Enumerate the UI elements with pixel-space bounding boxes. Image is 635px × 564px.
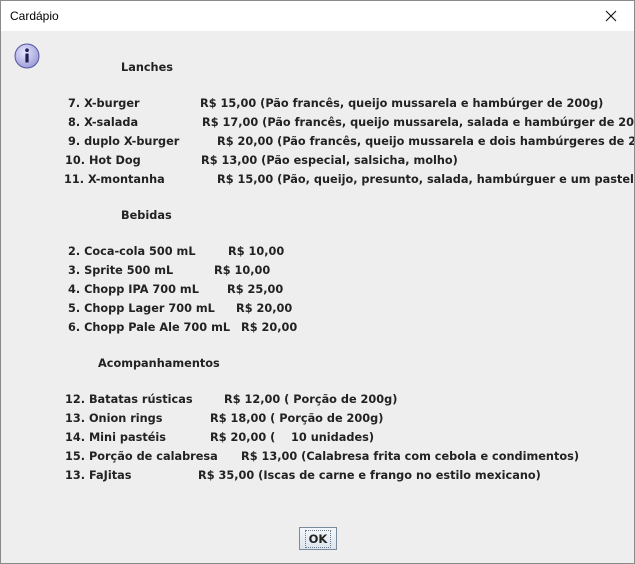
item-name: 10. Hot Dog — [65, 154, 141, 167]
dialog-window: Cardápio Lanches 7. X-burger R$ 15,00 (P… — [0, 0, 635, 564]
item-name: 5. Chopp Lager 700 mL — [68, 302, 215, 315]
item-price: R$ 10,00 — [228, 245, 285, 258]
lanches-heading: Lanches — [121, 61, 173, 74]
ok-button-label: OK — [304, 529, 332, 548]
item-price: R$ 20,00 ( 10 unidades) — [210, 431, 375, 444]
item-name: 12. Batatas rústicas — [65, 393, 193, 406]
close-icon — [605, 10, 617, 22]
item-name: 7. X-burger — [68, 97, 140, 110]
item-price: R$ 10,00 — [214, 264, 271, 277]
window-title: Cardápio — [10, 9, 59, 23]
item-price: R$ 15,00 (Pão francês, queijo mussarela … — [200, 97, 604, 110]
item-name: 14. Mini pastéis — [65, 431, 166, 444]
item-price: R$ 20,00 (Pão francês, queijo mussarela … — [217, 135, 635, 148]
item-price: R$ 18,00 ( Porção de 200g) — [210, 412, 384, 425]
item-name: 8. X-salada — [68, 116, 139, 129]
item-name: 2. Coca-cola 500 mL — [68, 245, 196, 258]
item-price: R$ 17,00 (Pão francês, queijo mussarela,… — [202, 116, 635, 129]
item-price: R$ 20,00 — [241, 321, 298, 334]
bebidas-heading: Bebidas — [121, 209, 172, 222]
item-price: R$ 20,00 — [236, 302, 293, 315]
ok-button[interactable]: OK — [299, 527, 337, 550]
item-price: R$ 13,00 (Pão especial, salsicha, molho) — [201, 154, 458, 167]
item-name: 9. duplo X-burger — [68, 135, 180, 148]
item-name: 11. X-montanha — [64, 173, 165, 186]
item-name: 13. Onion rings — [65, 412, 163, 425]
title-bar: Cardápio — [1, 1, 634, 31]
item-price: R$ 15,00 (Pão, queijo, presunto, salada,… — [217, 173, 634, 186]
item-price: R$ 12,00 ( Porção de 200g) — [224, 393, 398, 406]
item-name: 3. Sprite 500 mL — [68, 264, 174, 277]
item-name: 15. Porção de calabresa — [65, 450, 218, 463]
item-price: R$ 25,00 — [227, 283, 284, 296]
close-button[interactable] — [588, 1, 634, 31]
item-name: 6. Chopp Pale Ale 700 mL — [68, 321, 231, 334]
info-icon — [14, 43, 40, 69]
item-name: 13. FaJitas — [65, 469, 132, 482]
item-price: R$ 35,00 (Iscas de carne e frango no est… — [198, 469, 541, 482]
acompanhamentos-heading: Acompanhamentos — [98, 357, 220, 370]
item-name: 4. Chopp IPA 700 mL — [68, 283, 199, 296]
item-price: R$ 13,00 (Calabresa frita com cebola e c… — [241, 450, 580, 463]
